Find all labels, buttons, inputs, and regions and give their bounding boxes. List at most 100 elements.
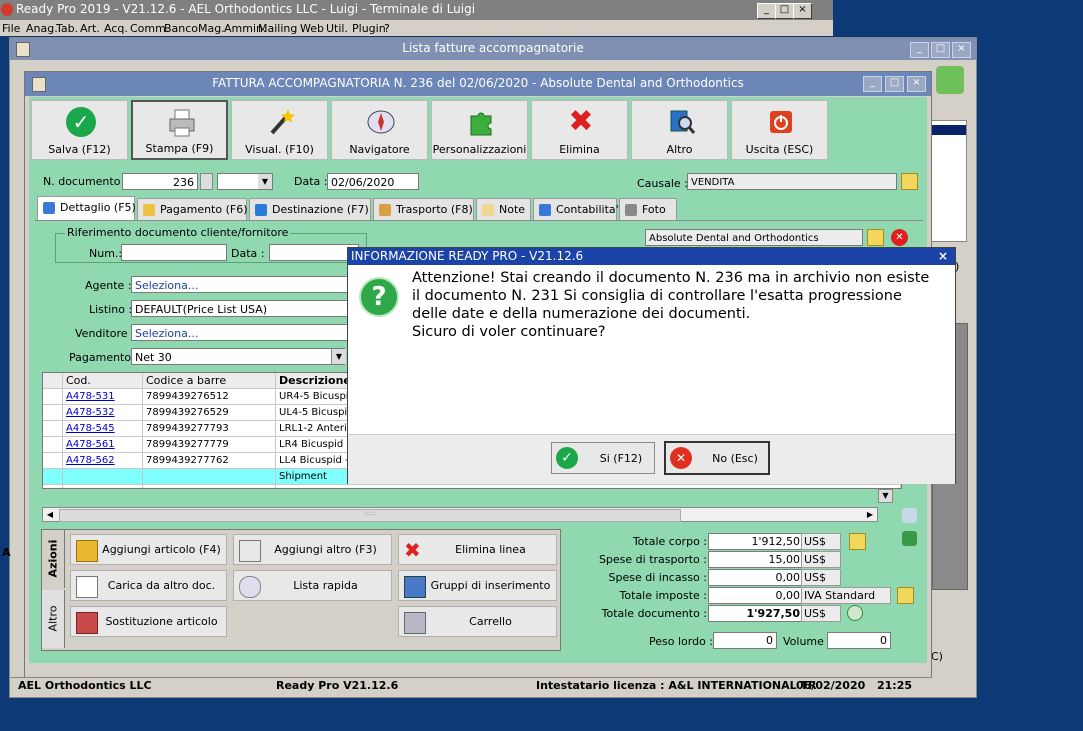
add-item-button[interactable]: Aggiungi articolo (F4) [70, 534, 227, 565]
invoice-maximize-button[interactable]: □ [885, 76, 904, 92]
yes-button[interactable]: ✓ Si (F12) [551, 442, 655, 474]
reference-date-field[interactable] [269, 244, 359, 261]
no-button[interactable]: ✕ No (Esc) [664, 441, 770, 475]
invoice-close-button[interactable]: × [907, 76, 926, 92]
seller-field[interactable]: Seleziona... [131, 324, 356, 341]
agent-field[interactable]: Seleziona... [131, 276, 356, 293]
list-minimize-button[interactable]: _ [910, 42, 929, 58]
volume-field[interactable]: 0 [827, 632, 891, 649]
row-code[interactable] [63, 469, 143, 485]
menu-item-11[interactable]: Util. [326, 22, 348, 35]
customer-folder-icon[interactable] [867, 229, 884, 246]
folder-icon[interactable] [901, 173, 918, 190]
gross-weight-field[interactable]: 0 [713, 632, 777, 649]
replace-item-button[interactable]: Sostituzione articolo [70, 606, 227, 637]
list-users-icon[interactable] [936, 66, 964, 94]
invoice-minimize-button[interactable]: _ [863, 76, 882, 92]
menu-item-1[interactable]: Anag. [26, 22, 58, 35]
load-doc-button[interactable]: Carica da altro doc. [70, 570, 227, 601]
red-x-icon: ✖ [568, 104, 594, 139]
add-other-button[interactable]: Aggiungi altro (F3) [233, 534, 392, 565]
row-code[interactable]: A478-562 [63, 453, 143, 469]
delete-line-button[interactable]: ✖ Elimina linea [398, 534, 557, 565]
grid-side-icon-2[interactable] [902, 531, 917, 546]
row-code[interactable]: A478-545 [63, 421, 143, 437]
customer-clear-icon[interactable]: ✕ [891, 229, 908, 246]
menu-item-0[interactable]: File [2, 22, 20, 35]
grid-hscrollbar[interactable]: ◀ :::::: ▶ [42, 507, 878, 522]
shipping-label: Spese di trasporto : [598, 553, 707, 566]
tab-label-3: Trasporto (F8) [396, 203, 473, 216]
menu-item-4[interactable]: Acq. [104, 22, 128, 35]
totals-folder-icon[interactable] [849, 533, 866, 550]
row-code[interactable]: A478-561 [63, 437, 143, 453]
doc-number-field[interactable]: 236 [122, 173, 198, 190]
delete-button[interactable]: ✖ Elimina [531, 100, 628, 160]
tab-actions[interactable]: Azioni [42, 530, 65, 588]
cart-button[interactable]: Carrello [398, 606, 557, 637]
collection-value[interactable]: 0,00 [708, 569, 804, 586]
view-button[interactable]: Visual. (F10) [231, 100, 328, 160]
empty-cell-1 [63, 485, 143, 488]
customize-button[interactable]: Personalizzazioni [431, 100, 528, 160]
dialog-message-line: Sicuro di voler continuare? [412, 324, 606, 340]
navigator-button[interactable]: Navigatore [331, 100, 428, 160]
add-box-icon [76, 540, 98, 562]
row-code[interactable]: A478-531 [63, 389, 143, 405]
menu-item-13[interactable]: ? [384, 22, 390, 35]
grid-header-barcode[interactable]: Codice a barre [143, 373, 276, 389]
list-maximize-button[interactable]: □ [931, 42, 950, 58]
scroll-left-button[interactable]: ◀ [43, 508, 57, 521]
reference-number-field[interactable] [121, 244, 227, 261]
close-button[interactable]: × [793, 3, 812, 19]
menu-item-10[interactable]: Web [300, 22, 324, 35]
row-code[interactable]: A478-532 [63, 405, 143, 421]
minimize-button[interactable]: _ [757, 3, 776, 19]
collection-label: Spese di incasso : [608, 571, 707, 584]
customer-field[interactable]: Absolute Dental and Orthodontics [645, 229, 863, 246]
menu-item-12[interactable]: Plugin [352, 22, 386, 35]
dialog-close-button[interactable]: × [938, 249, 948, 263]
tab-6[interactable]: Foto [619, 198, 677, 220]
menu-item-3[interactable]: Art. [80, 22, 100, 35]
body-total-currency: US$ [801, 533, 841, 550]
scroll-right-button[interactable]: ▶ [863, 508, 877, 521]
causale-field[interactable]: VENDITA [687, 173, 897, 190]
menu-item-7[interactable]: Mag. [198, 22, 225, 35]
save-button[interactable]: ✓ Salva (F12) [31, 100, 128, 160]
tab-5[interactable]: Contabilita' [533, 198, 619, 220]
tab-4[interactable]: Note [476, 198, 531, 220]
grid-vscroll-down-button[interactable]: ▼ [878, 489, 893, 503]
tab-other[interactable]: Altro [42, 590, 65, 648]
menu-item-6[interactable]: Banco [164, 22, 198, 35]
tax-folder-icon[interactable] [897, 587, 914, 604]
print-button[interactable]: Stampa (F9) [131, 100, 228, 160]
tab-3[interactable]: Trasporto (F8) [373, 198, 474, 220]
menu-item-2[interactable]: Tab. [56, 22, 78, 35]
doc-number-spin-button[interactable] [200, 173, 213, 190]
exit-button[interactable]: Uscita (ESC) [731, 100, 828, 160]
tab-label-0: Dettaglio (F5) [60, 201, 136, 214]
maximize-button[interactable]: □ [775, 3, 794, 19]
doc-series-select[interactable]: ▼ [217, 173, 273, 190]
list-close-button[interactable]: × [952, 42, 971, 58]
payment-chevron-down-icon[interactable]: ▼ [331, 349, 346, 364]
scroll-thumb[interactable]: :::::: [59, 509, 681, 522]
swap-icon [76, 612, 98, 634]
other-button[interactable]: Altro [631, 100, 728, 160]
menu-item-9[interactable]: Mailing [258, 22, 297, 35]
table-row-empty[interactable] [43, 485, 901, 488]
grid-side-icon-1[interactable] [902, 508, 917, 523]
tab-1[interactable]: Pagamento (F6) [137, 198, 248, 220]
payment-select[interactable]: Net 30 [131, 348, 345, 365]
date-field[interactable]: 02/06/2020 [327, 173, 419, 190]
insert-groups-button[interactable]: Gruppi di inserimento [398, 570, 557, 601]
tab-2[interactable]: Destinazione (F7) [249, 198, 371, 220]
group-add-icon [404, 576, 426, 598]
shipping-value[interactable]: 15,00 [708, 551, 804, 568]
zoom-icon[interactable] [847, 605, 863, 621]
grid-header-code[interactable]: Cod. [63, 373, 143, 389]
pricelist-field[interactable]: DEFAULT(Price List USA) [131, 300, 356, 317]
quick-list-button[interactable]: Lista rapida [233, 570, 392, 601]
tab-0[interactable]: Dettaglio (F5) [37, 196, 136, 220]
